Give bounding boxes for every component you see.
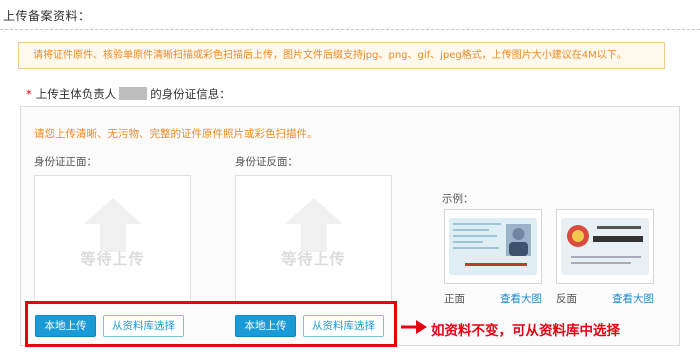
front-library-select-button[interactable]: 从资料库选择 <box>103 315 184 337</box>
back-local-upload-button[interactable]: 本地上传 <box>235 315 296 337</box>
callout-text: 如资料不变，可从资料库中选择 <box>431 323 620 339</box>
view-large-front-link[interactable]: 查看大图 <box>500 291 542 306</box>
id-front-placeholder: 等待上传 <box>80 250 145 268</box>
sample-back-caption: 反面 <box>556 293 577 305</box>
id-back-placeholder: 等待上传 <box>281 250 346 268</box>
requirement-suffix: 的身份证信息： <box>150 87 231 101</box>
section-title: 上传备案资料： <box>3 9 91 23</box>
masked-name <box>119 87 148 100</box>
id-card-front-illustration <box>449 218 537 275</box>
id-card-back-illustration <box>561 218 649 275</box>
requirement-prefix: 上传主体负责人 <box>35 87 117 101</box>
requirement-label: * 上传主体负责人 的身份证信息： <box>26 86 231 102</box>
sample-front-caption: 正面 <box>444 293 465 305</box>
example-label: 示例： <box>442 193 474 205</box>
panel-hint: 请您上传清晰、无污物、完整的证件原件照片或彩色扫描件。 <box>34 128 318 140</box>
id-front-upload-box[interactable]: 等待上传 <box>34 175 191 302</box>
sample-id-back-image[interactable] <box>556 209 654 284</box>
view-large-back-link[interactable]: 查看大图 <box>612 291 654 306</box>
sample-id-front-image[interactable] <box>444 209 542 284</box>
back-library-select-button[interactable]: 从资料库选择 <box>303 315 384 337</box>
id-back-upload-box[interactable]: 等待上传 <box>235 175 392 302</box>
upload-arrow-icon <box>83 198 142 252</box>
id-back-label: 身份证反面： <box>235 156 298 168</box>
upload-arrow-icon <box>284 198 343 252</box>
id-front-label: 身份证正面： <box>34 156 97 168</box>
section-divider <box>0 29 700 30</box>
upload-notice: 请将证件原件、核验单原件清晰扫描或彩色扫描后上传，图片文件后缀支持jpg、png… <box>18 42 665 69</box>
front-local-upload-button[interactable]: 本地上传 <box>35 315 96 337</box>
required-star: * <box>26 87 32 101</box>
arrow-right-icon <box>401 320 427 334</box>
